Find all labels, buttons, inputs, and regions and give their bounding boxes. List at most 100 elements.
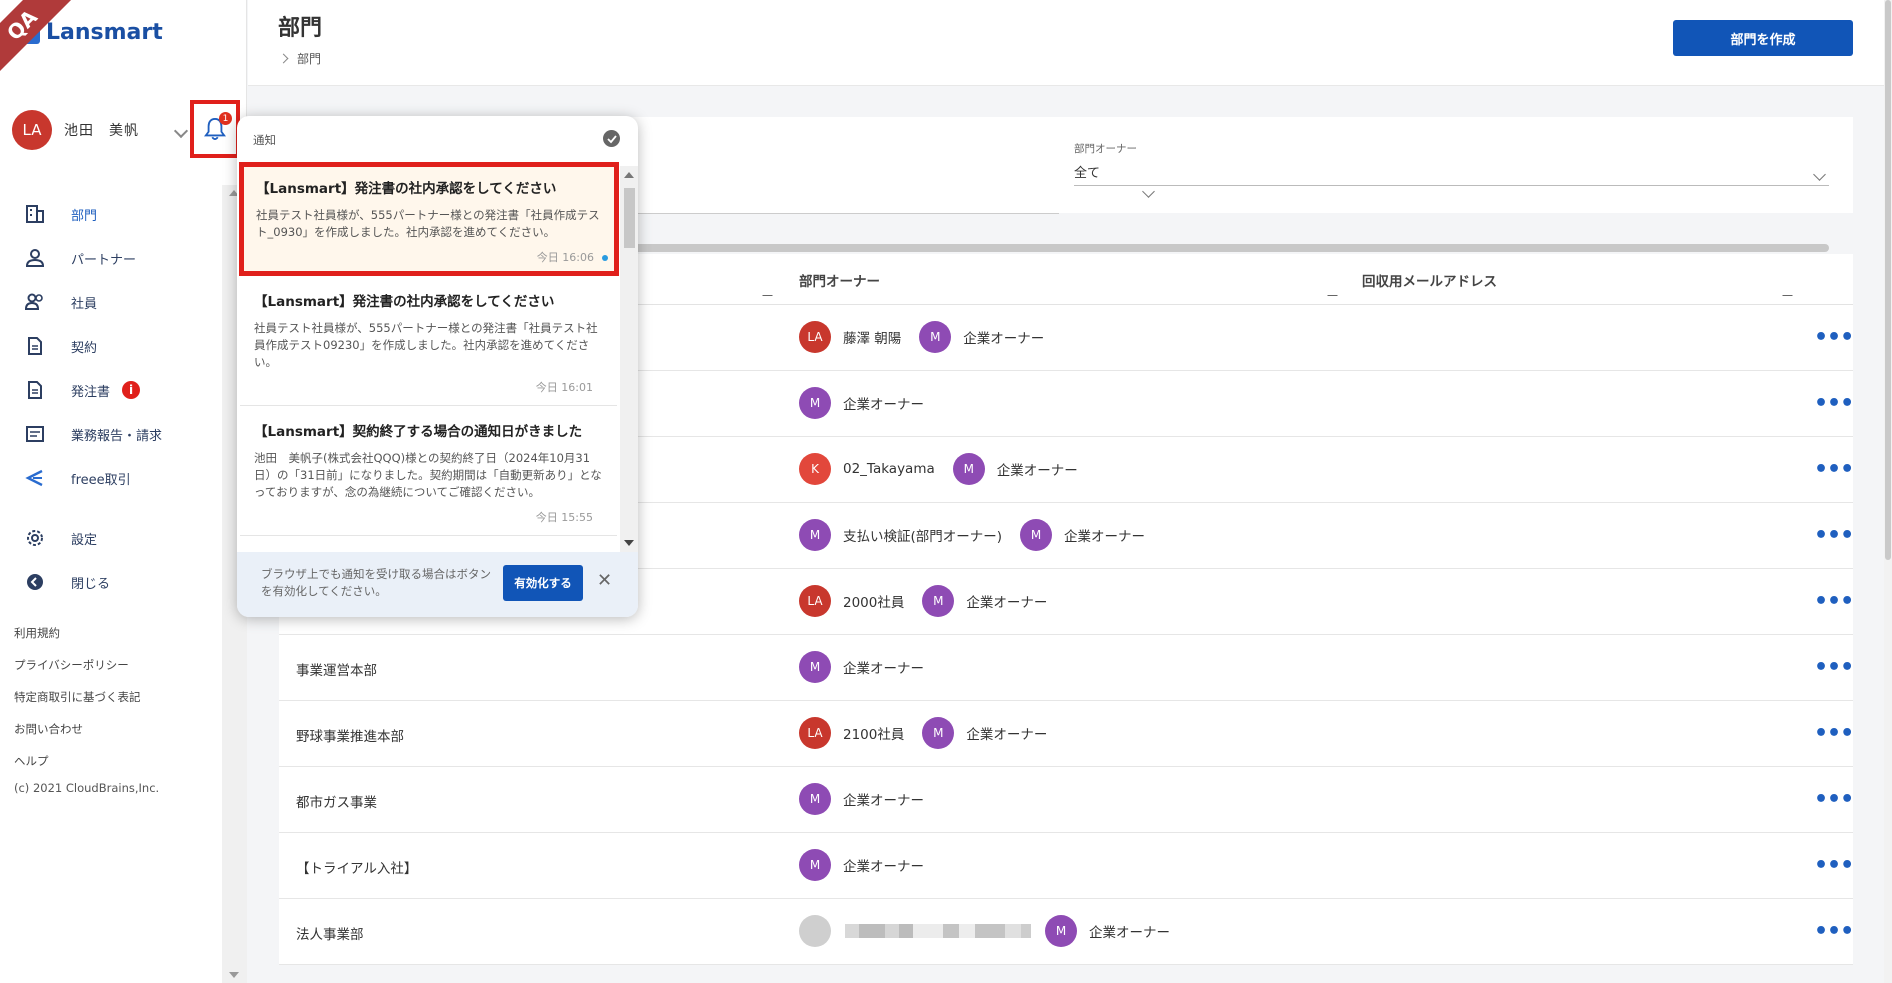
notification-item-time: 今日 16:06 [536,251,594,264]
owner-name: 支払い検証(部門オーナー) [843,529,1003,545]
sidebar-item-freee[interactable]: freee取引 [0,456,247,500]
table-row[interactable]: 事業運営本部 M 企業オーナー ••• [279,635,1854,701]
column-resize-handle[interactable] [1782,286,1802,296]
page-title: 部門 [278,16,323,41]
dept-name[interactable]: 事業運営本部 [296,659,377,679]
avatar: M [1045,915,1077,947]
scroll-down-icon[interactable] [229,972,239,978]
breadcrumb-item[interactable]: 部門 [297,50,321,67]
footer-link-commerce[interactable]: 特定商取引に基づく表記 [14,681,141,713]
footer-link-privacy[interactable]: プライバシーポリシー [14,649,141,681]
more-options-icon[interactable]: ••• [1814,919,1854,944]
notification-item[interactable]: 【Lansmart】契約終了する場合の通知日がきました 池田 美帆子(株式会社Q… [240,406,617,536]
sidebar-item-employee[interactable]: 社員 [0,280,247,324]
more-options-icon[interactable]: ••• [1814,853,1854,878]
sidebar-item-close[interactable]: 閉じる [0,560,247,604]
notification-item-body: 社員テスト社員様が、555パートナー様との発注書「社員テスト社員作成テスト092… [254,321,598,369]
dept-name[interactable]: 都市ガス事業 [296,791,377,811]
sidebar-item-order[interactable]: 発注書 i [0,368,247,412]
notification-item-time: 今日 15:55 [535,511,593,524]
sidebar-item-report[interactable]: 業務報告・請求 [0,412,247,456]
notification-item[interactable]: 【Lansmart】発注書の社内承認をしてください 社員テスト社員様が、555パ… [239,162,619,276]
notification-badge: 1 [219,112,232,125]
dept-name[interactable]: 【トライアル入社】 [296,857,417,877]
column-header-owner[interactable]: 部門オーナー [799,270,880,290]
more-options-icon[interactable]: ••• [1814,721,1854,746]
notification-item[interactable]: 【Lansmart】発注書の社内承認をしてください 社員テスト社員様が、555パ… [240,276,617,406]
sidebar-item-dept[interactable]: 部門 [0,192,247,236]
create-dept-button[interactable]: 部門を作成 [1673,20,1853,56]
owner-filter[interactable]: 部門オーナー 全て [1074,141,1834,186]
dept-name[interactable]: 野球事業推進本部 [296,725,404,745]
user-menu[interactable]: LA 池田 美帆 [12,110,139,150]
chevron-down-icon[interactable] [173,123,189,139]
user-name: 池田 美帆 [64,123,139,139]
more-options-icon[interactable]: ••• [1814,523,1854,548]
dept-owners: LA 2100社員 M 企業オーナー [799,717,1065,749]
mark-all-read-icon[interactable] [603,130,620,147]
more-options-icon[interactable]: ••• [1814,391,1854,416]
avatar: LA [799,717,831,749]
notification-button[interactable]: 1 [190,100,240,158]
dept-owners: LA 藤澤 朝陽 M 企業オーナー [799,321,1062,353]
scroll-up-icon[interactable] [624,172,634,178]
avatar: M [1020,519,1053,551]
sidebar-item-partner[interactable]: パートナー [0,236,247,280]
more-options-icon[interactable]: ••• [1814,655,1854,680]
footer-link-help[interactable]: ヘルプ [14,745,141,777]
more-options-icon[interactable]: ••• [1814,457,1854,482]
table-row[interactable]: 都市ガス事業 M 企業オーナー ••• [279,767,1854,833]
notification-item-title: 【Lansmart】発注書の社内承認をしてください [256,181,557,197]
more-options-icon[interactable]: ••• [1814,325,1854,350]
table-row[interactable]: 野球事業推進本部 LA 2100社員 M 企業オーナー ••• [279,701,1854,767]
chevron-right-icon [278,53,289,64]
table-row[interactable]: 法人事業部 M 企業オーナー ••• [279,899,1854,965]
freee-icon [24,467,46,489]
browser-notification-message: ブラウザ上でも通知を受け取る場合はボタンを有効化してください。 [261,567,491,598]
dept-owners: M 企業オーナー [799,849,942,881]
page-scrollbar[interactable] [1884,0,1892,983]
notification-scrollbar[interactable] [620,166,638,552]
column-resize-handle[interactable] [762,286,782,296]
more-options-icon[interactable]: ••• [1814,589,1854,614]
unread-dot-icon [602,255,608,261]
avatar: M [952,453,985,485]
avatar: LA [799,585,831,617]
owner-name: 企業オーナー [843,793,924,809]
avatar: M [922,585,955,617]
owner-filter-label: 部門オーナー [1074,143,1137,155]
notification-item-body: 社員テスト社員様が、555パートナー様との発注書「社員作成テスト_0930」を作… [256,208,600,239]
dept-name[interactable]: 法人事業部 [296,923,364,943]
scroll-down-icon[interactable] [624,540,634,546]
dept-owners: M 企業オーナー [799,915,1188,947]
bell-icon: 1 [204,112,232,141]
chevron-down-icon [1142,185,1155,198]
logo-text: Lansmart [46,20,163,45]
gear-icon [24,527,46,549]
browser-notification-banner: ブラウザ上でも通知を受け取る場合はボタンを有効化してください。 有効化する ✕ [237,552,638,617]
redacted-name [845,924,1031,938]
column-resize-handle[interactable] [1327,286,1347,296]
notification-title: 通知 [253,133,276,147]
owner-name: 企業オーナー [843,397,924,413]
person-icon [24,247,46,269]
more-options-icon[interactable]: ••• [1814,787,1854,812]
owner-name: 2000社員 [843,595,905,611]
owner-name: 企業オーナー [843,859,924,875]
footer-link-terms[interactable]: 利用規約 [14,617,141,649]
enable-notification-button[interactable]: 有効化する [503,565,583,601]
close-icon[interactable]: ✕ [597,570,612,591]
breadcrumb: 部門 [278,50,321,67]
dept-owners: M 企業オーナー [799,651,942,683]
document-icon [24,379,46,401]
owner-name: 2100社員 [843,727,905,743]
footer-link-contact[interactable]: お問い合わせ [14,713,141,745]
scroll-thumb[interactable] [1885,0,1891,560]
table-row[interactable]: 【トライアル入社】 M 企業オーナー ••• [279,833,1854,899]
sidebar-item-label: 部門 [71,208,98,224]
column-header-email[interactable]: 回収用メールアドレス [1362,270,1497,290]
sidebar-item-contract[interactable]: 契約 [0,324,247,368]
sidebar-item-settings[interactable]: 設定 [0,516,247,560]
scroll-thumb[interactable] [624,188,635,248]
avatar: LA [799,321,831,353]
